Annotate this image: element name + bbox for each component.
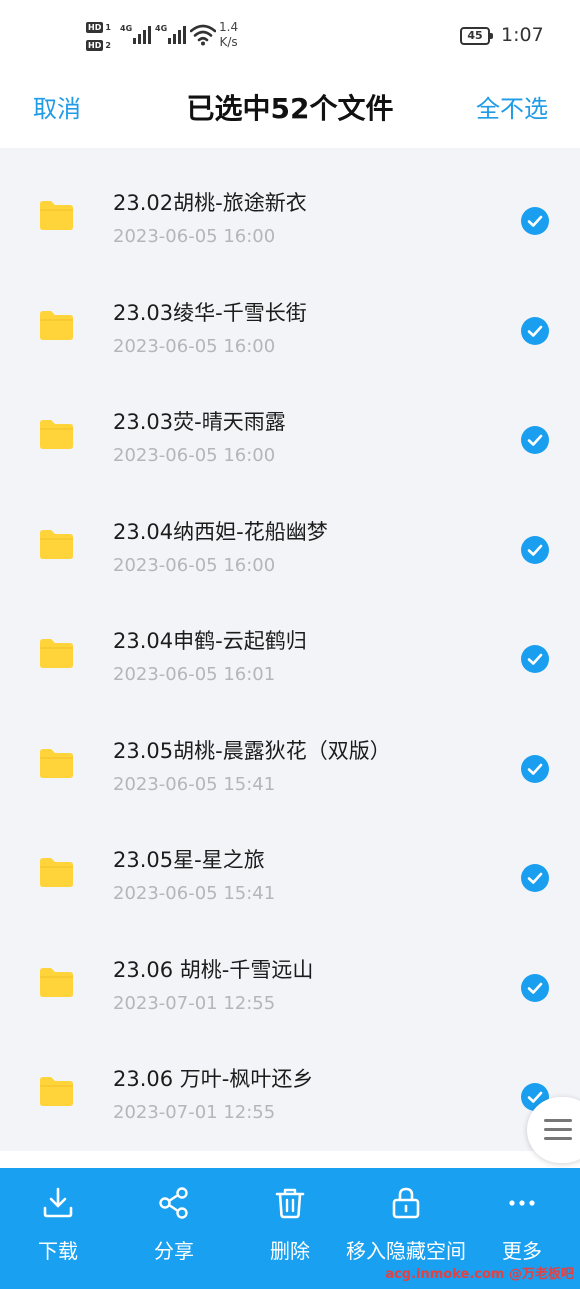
folder-icon [40,311,73,340]
menu-line [544,1137,572,1140]
check-circle-icon[interactable] [521,755,549,783]
check-circle-icon[interactable] [521,426,549,454]
sim1-number: 1 [105,22,111,32]
file-name: 23.02胡桃-旅途新衣 [113,191,307,215]
status-time: 1:07 [501,24,544,46]
network-speed: 1.4 K/s [219,20,238,50]
battery-icon: 45 [460,27,493,45]
file-date: 2023-06-05 16:00 [113,555,276,576]
file-date: 2023-07-01 12:55 [113,993,276,1014]
delete-button[interactable]: 删除 [250,1186,330,1286]
download-icon [43,1187,73,1218]
lock-icon [392,1187,420,1219]
file-date: 2023-06-05 16:00 [113,445,276,466]
folder-icon [40,201,73,230]
more-label: 更多 [502,1239,542,1263]
move-to-hidden-space-label: 移入隐藏空间 [346,1239,466,1263]
check-circle-icon[interactable] [521,207,549,235]
sim2-number: 2 [105,40,111,50]
sim2-hd-badge: HD [86,39,104,51]
selection-header: 已选中52个文件 取消 全不选 [0,72,580,148]
file-date: 2023-06-05 16:00 [113,226,276,247]
share-icon [159,1187,188,1219]
menu-line [544,1128,572,1131]
folder-icon [40,530,73,559]
network-type-2: 4G [155,24,168,33]
watermark: acg.inmoke.com @万老板吧 [385,1267,574,1282]
file-row[interactable]: 23.04纳西妲-花船幽梦 2023-06-05 16:00 [0,477,580,587]
sim1-hd-badge: HD [86,21,104,33]
file-date: 2023-06-05 16:01 [113,664,276,685]
folder-icon [40,420,73,449]
folder-icon [40,968,73,997]
share-button[interactable]: 分享 [134,1186,214,1286]
file-name: 23.06 万叶-枫叶还乡 [113,1067,314,1091]
check-circle-icon[interactable] [521,536,549,564]
delete-label: 删除 [270,1239,310,1263]
file-list[interactable]: 23.02胡桃-旅途新衣 2023-06-05 16:00 23.03绫华-千雪… [0,148,580,1151]
folder-icon [40,858,73,887]
network-speed-unit: K/s [219,35,238,49]
file-name: 23.05星-星之旅 [113,848,265,872]
network-speed-value: 1.4 [219,20,239,34]
file-date: 2023-06-05 16:00 [113,336,276,357]
folder-icon [40,639,73,668]
file-row[interactable]: 23.05胡桃-晨露狄花（双版） 2023-06-05 15:41 [0,696,580,806]
deselect-all-button[interactable]: 全不选 [476,89,548,124]
signal-2-icon: 4G [155,24,187,44]
cancel-button[interactable]: 取消 [33,89,81,124]
menu-lines-icon [544,1119,572,1122]
folder-icon [40,749,73,778]
download-button[interactable]: 下载 [18,1186,98,1286]
status-bar: HD 1 HD 2 4G 4G 1.4 K/s 45 1:07 [0,0,580,72]
trash-icon [275,1188,305,1219]
check-circle-icon[interactable] [521,864,549,892]
check-circle-icon[interactable] [521,974,549,1002]
file-name: 23.04纳西妲-花船幽梦 [113,520,328,544]
floating-menu-handle[interactable] [527,1097,580,1163]
file-name: 23.03荧-晴天雨露 [113,410,286,434]
file-row[interactable]: 23.06 万叶-枫叶还乡 2023-07-01 12:55 [0,1024,580,1134]
sim-indicators: HD 1 HD 2 [86,20,118,54]
download-label: 下载 [38,1239,78,1263]
file-row[interactable]: 23.03荧-晴天雨露 2023-06-05 16:00 [0,367,580,477]
file-name: 23.03绫华-千雪长街 [113,301,307,325]
file-name: 23.06 胡桃-千雪远山 [113,958,314,982]
file-row[interactable]: 23.03绫华-千雪长街 2023-06-05 16:00 [0,258,580,368]
file-date: 2023-06-05 15:41 [113,774,276,795]
folder-icon [40,1077,73,1106]
network-type-1: 4G [120,24,133,33]
more-dots-icon [509,1200,535,1206]
file-date: 2023-06-05 15:41 [113,883,276,904]
signal-1-icon: 4G [120,24,152,44]
battery-level: 45 [467,29,483,42]
file-row[interactable]: 23.05星-星之旅 2023-06-05 15:41 [0,805,580,915]
check-circle-icon[interactable] [521,645,549,673]
file-name: 23.05胡桃-晨露狄花（双版） [113,739,391,763]
file-row[interactable]: 23.06 胡桃-千雪远山 2023-07-01 12:55 [0,915,580,1025]
check-circle-icon[interactable] [521,317,549,345]
file-name: 23.04申鹤-云起鹤归 [113,629,307,653]
share-label: 分享 [154,1239,194,1263]
file-row[interactable]: 23.02胡桃-旅途新衣 2023-06-05 16:00 [0,148,580,258]
file-row[interactable]: 23.04申鹤-云起鹤归 2023-06-05 16:01 [0,586,580,696]
wifi-icon [190,24,216,46]
file-date: 2023-07-01 12:55 [113,1102,276,1123]
